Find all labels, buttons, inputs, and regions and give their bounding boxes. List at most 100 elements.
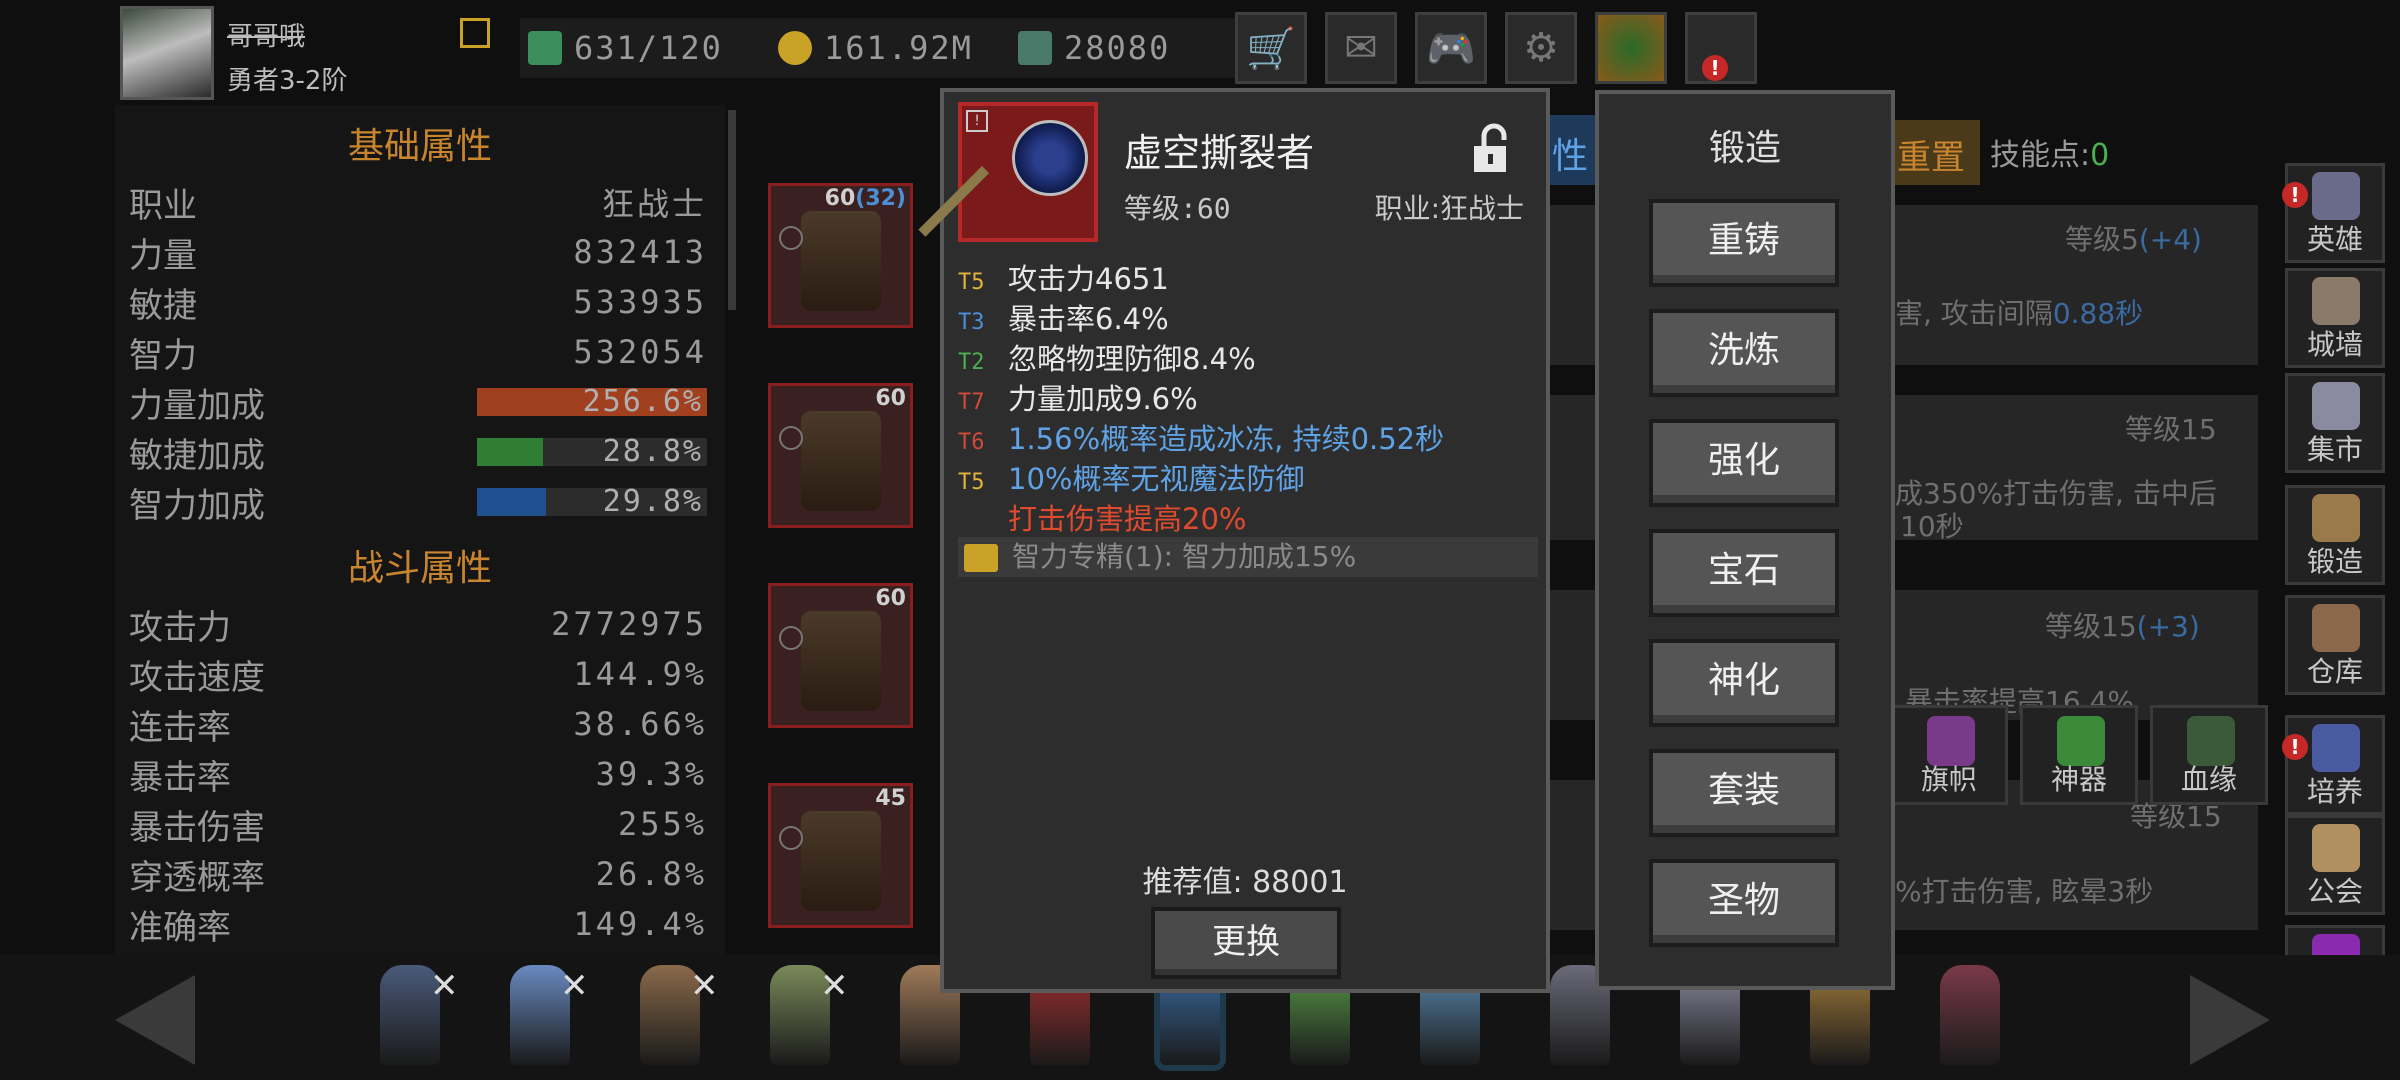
stat-label: 力量 <box>129 235 197 276</box>
sidebar-item-label: 锻造 <box>2306 545 2363 578</box>
affix-text: 力量加成9.6% <box>1008 382 1198 416</box>
lightning-icon <box>528 31 562 65</box>
slot-level: 60 <box>875 386 906 411</box>
forge-action-button[interactable]: 套装 <box>1649 749 1839 837</box>
stat-value: 狂战士 <box>601 185 707 223</box>
stat-value: 39.3% <box>595 755 707 793</box>
bonus-bar: 256.6% <box>477 384 707 419</box>
banner-button[interactable]: 旗帜 <box>1890 705 2008 805</box>
gem-socket-icon <box>779 626 803 650</box>
equipment-slot[interactable]: 60(32) <box>768 183 913 328</box>
sidebar-item-6[interactable]: 公会 <box>2285 815 2385 915</box>
stat-label: 敏捷加成 <box>129 435 265 476</box>
affix-tier: T6 <box>958 430 985 455</box>
mail-icon[interactable]: ✉ <box>1325 12 1397 84</box>
equipment-figure <box>801 211 881 311</box>
forge-action-button[interactable]: 宝石 <box>1649 529 1839 617</box>
wizard-icon <box>2312 724 2360 772</box>
skill-text: 等级5(+4) <box>2065 223 2202 256</box>
artifact-button[interactable]: 神器 <box>2020 705 2138 805</box>
attribute-scrollbar[interactable] <box>728 110 736 310</box>
stat-label: 准确率 <box>129 907 231 948</box>
forge-action-button[interactable]: 圣物 <box>1649 859 1839 947</box>
forge-action-button[interactable]: 强化 <box>1649 419 1839 507</box>
forge-action-button[interactable]: 神化 <box>1649 639 1839 727</box>
aperture-icon[interactable] <box>1595 12 1667 84</box>
stat-value: 255% <box>617 805 707 843</box>
sidebar-item-3[interactable]: 锻造 <box>2285 485 2385 585</box>
reset-button[interactable]: 重置 <box>1895 120 1980 185</box>
equipment-slot[interactable]: 60 <box>768 583 913 728</box>
sidebar-item-2[interactable]: 集市 <box>2285 373 2385 473</box>
slot-level: 60 <box>875 586 906 611</box>
player-avatar[interactable] <box>120 6 214 100</box>
gamepad-icon[interactable]: 🎮 <box>1415 12 1487 84</box>
combat-stat-row: 暴击率 39.3% <box>115 749 725 799</box>
player-name: 哥哥哦 <box>227 22 306 52</box>
bloodline-button[interactable]: 血缘 <box>2150 705 2268 805</box>
unlock-icon[interactable] <box>1472 122 1512 174</box>
stat-value: 38.66% <box>573 705 707 743</box>
gear-icon[interactable]: ⚙ <box>1505 12 1577 84</box>
equipment-figure <box>801 811 881 911</box>
sidebar-item-0[interactable]: ! 英雄 <box>2282 163 2385 263</box>
bonus-bar: 29.8% <box>477 484 707 519</box>
equipment-slot[interactable]: 60 <box>768 383 913 528</box>
bonus-stat-row: 敏捷加成 28.8% <box>115 427 725 477</box>
sidebar-item-5[interactable]: ! 培养 <box>2282 715 2385 815</box>
affix-text: 1.56%概率造成冰冻, 持续0.52秒 <box>1008 422 1445 456</box>
stat-label: 智力 <box>129 335 197 376</box>
affix-tier: T5 <box>958 470 985 495</box>
next-arrow-icon[interactable] <box>2190 975 2270 1065</box>
stat-value: 29.8% <box>602 484 703 519</box>
basic-stat-row: 敏捷 533935 <box>115 277 725 327</box>
stat-value: 28.8% <box>602 434 703 469</box>
sidebar-item-1[interactable]: 城墙 <box>2285 268 2385 368</box>
affix-text: 10%概率无视魔法防御 <box>1008 462 1305 496</box>
slot-level: 60(32) <box>824 186 906 211</box>
tab-attributes[interactable]: 性 <box>1548 115 1598 185</box>
basic-attributes-title: 基础属性 <box>347 126 492 167</box>
axe-icon <box>1012 120 1088 196</box>
fireworks-icon[interactable]: ! <box>1685 12 1757 84</box>
book-icon <box>964 544 998 572</box>
player-rank: 勇者3-2阶 <box>227 66 348 96</box>
bonus-stat-row: 力量加成 256.6% <box>115 377 725 427</box>
item-affix: T5 攻击力4651 <box>958 259 1169 299</box>
sidebar-item-4[interactable]: 仓库 <box>2285 595 2385 695</box>
hero-portrait[interactable] <box>1940 965 2000 1065</box>
forge-panel: 锻造 重铸 洗炼 强化 宝石 神化 套装 圣物 <box>1595 90 1895 990</box>
swap-button[interactable]: 更换 <box>1151 907 1341 979</box>
bonus-bar: 28.8% <box>477 434 707 469</box>
gem-socket-icon <box>779 226 803 250</box>
stat-label: 攻击力 <box>129 607 231 648</box>
alert-badge: ! <box>1702 55 1728 81</box>
defeated-x-icon: ✕ <box>820 966 849 1006</box>
anvil-icon <box>2312 494 2360 542</box>
prev-arrow-icon[interactable] <box>115 975 195 1065</box>
equipment-slot[interactable]: 45 <box>768 783 913 928</box>
equipment-figure <box>801 611 881 711</box>
sidebar-item-label: 公会 <box>2306 875 2363 908</box>
affix-text: 攻击力4651 <box>1008 262 1169 296</box>
stat-label: 职业 <box>129 185 197 226</box>
bonus-bar-fill <box>477 438 544 466</box>
edit-icon[interactable] <box>460 18 490 48</box>
button-label: 旗帜 <box>1920 763 1977 796</box>
cart-icon[interactable]: 🛒 <box>1235 12 1307 84</box>
item-affix: T5 10%概率无视魔法防御 <box>958 459 1304 499</box>
combat-attributes-title: 战斗属性 <box>347 548 492 589</box>
stat-label: 智力加成 <box>129 485 265 526</box>
defeated-x-icon: ✕ <box>560 966 589 1006</box>
alert-badge: ! <box>2282 734 2308 760</box>
affix-tier: T3 <box>958 310 985 335</box>
skill-text: 10秒 <box>1900 510 1964 543</box>
bonus-bar-fill <box>477 488 546 516</box>
info-icon: ! <box>966 110 988 132</box>
item-affix: T6 1.56%概率造成冰冻, 持续0.52秒 <box>958 419 1444 459</box>
forge-action-button[interactable]: 重铸 <box>1649 199 1839 287</box>
item-affix: T3 暴击率6.4% <box>958 299 1169 339</box>
market-icon <box>2312 382 2360 430</box>
forge-action-button[interactable]: 洗炼 <box>1649 309 1839 397</box>
item-affix: T2 忽略物理防御8.4% <box>958 339 1256 379</box>
